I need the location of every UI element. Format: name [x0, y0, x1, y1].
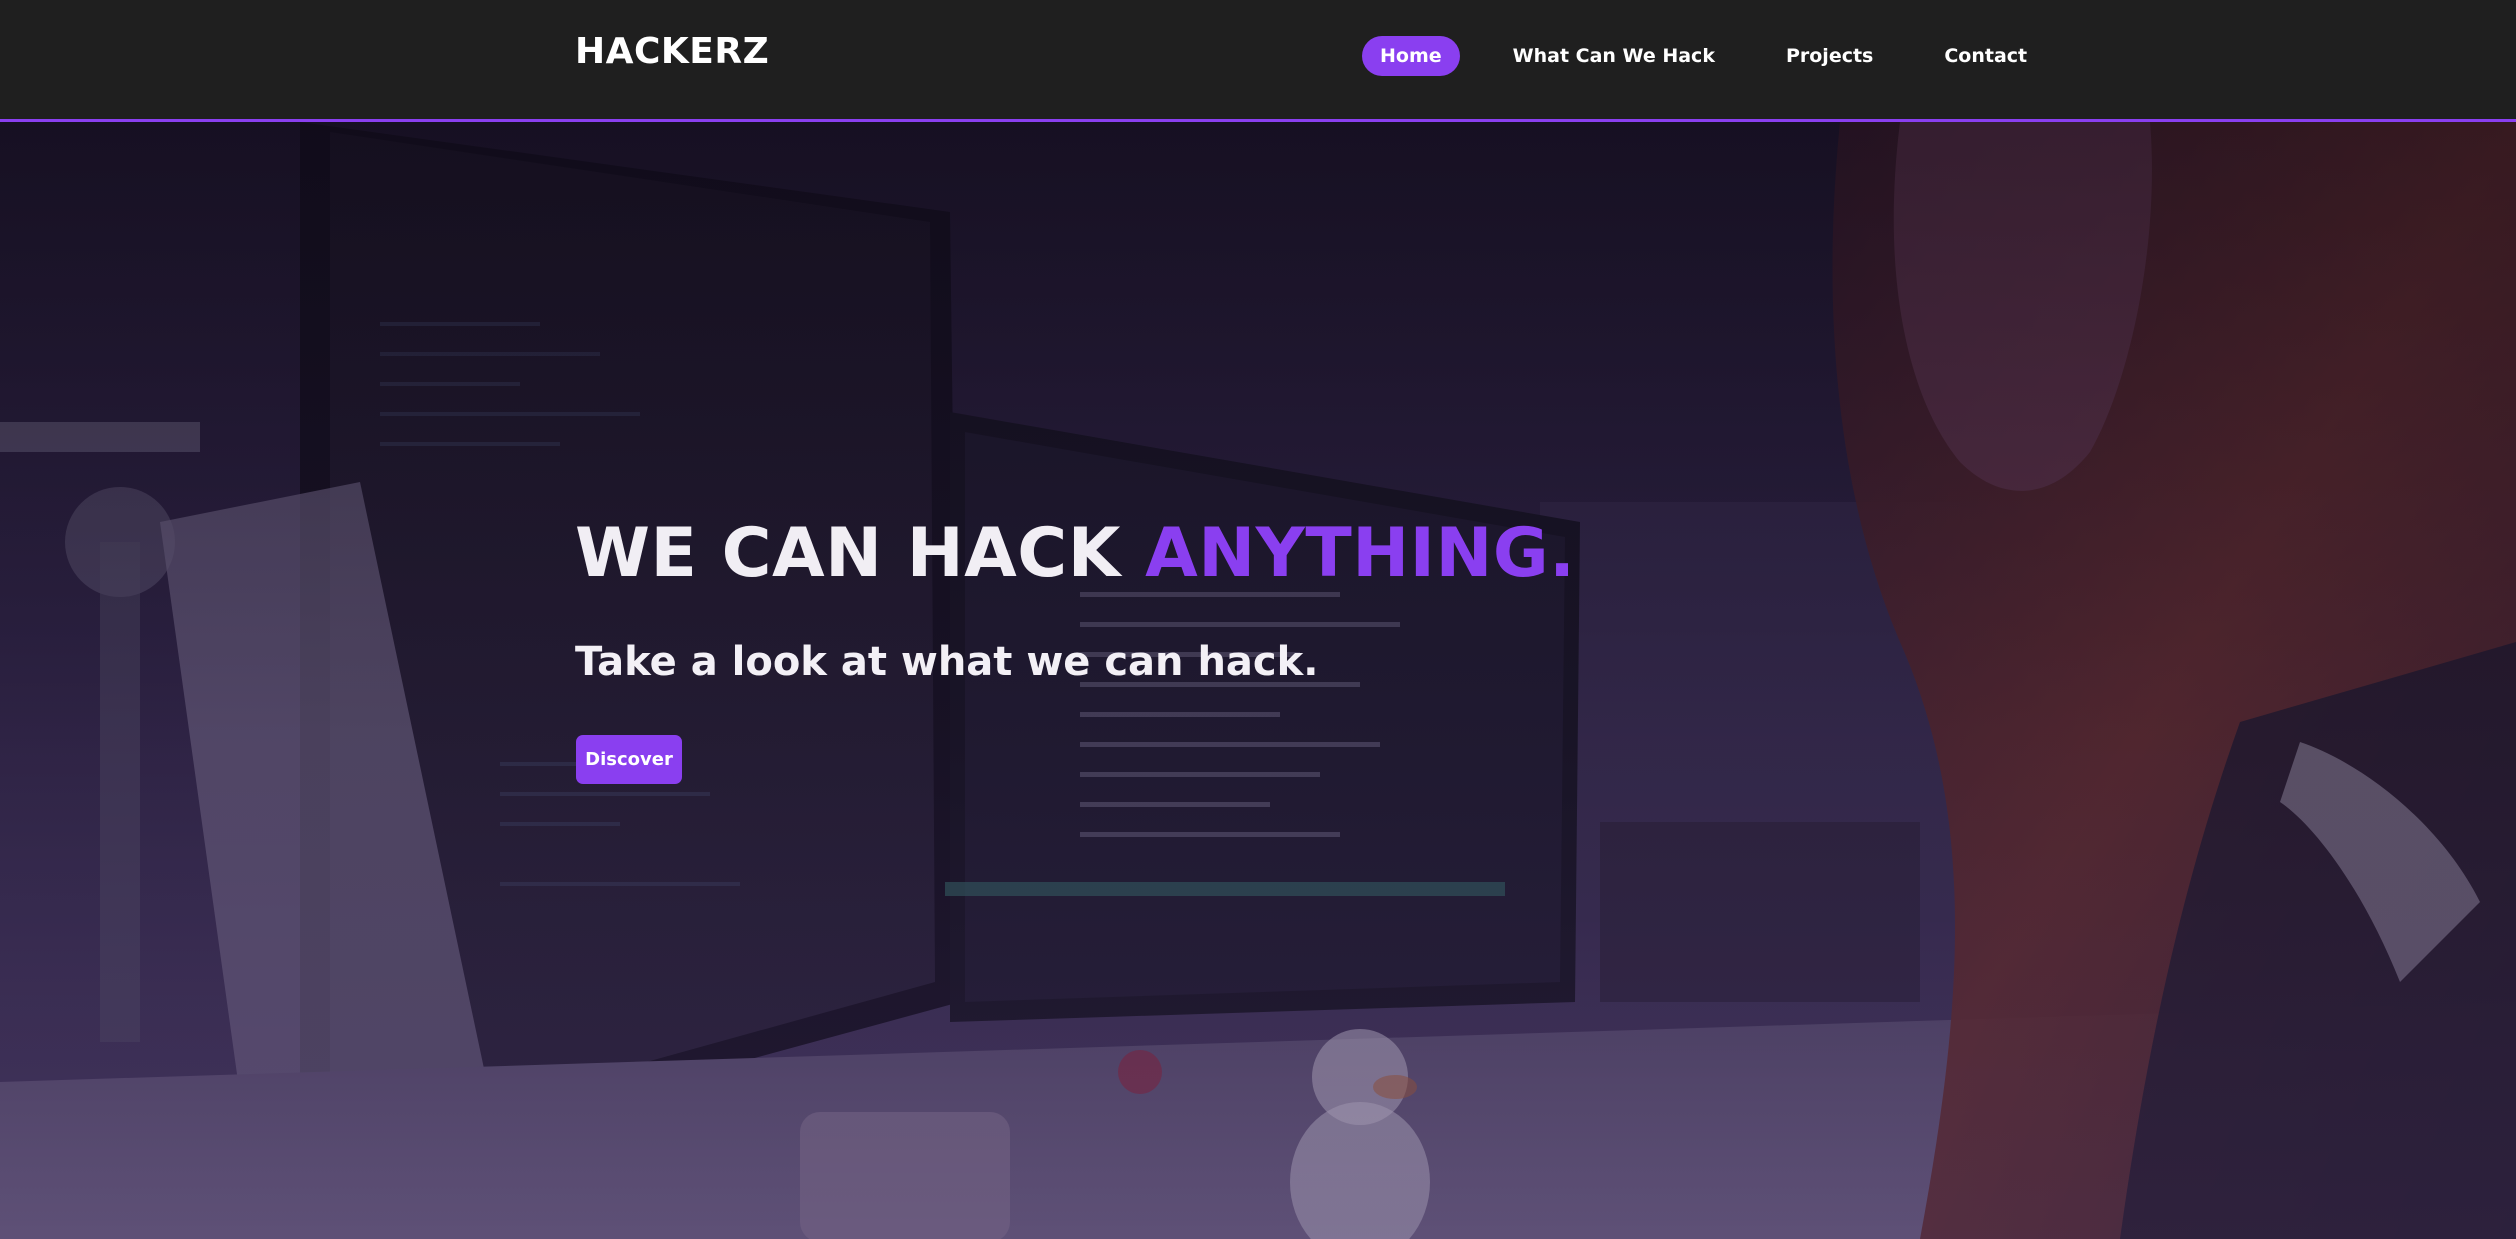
headline-main: WE CAN HACK — [575, 514, 1121, 593]
nav-link-contact[interactable]: Contact — [1926, 36, 2045, 76]
headline-accent: ANYTHING. — [1145, 514, 1576, 593]
discover-button[interactable]: Discover — [576, 735, 682, 784]
hero-section: WE CAN HACK ANYTHING. Take a look at wha… — [0, 122, 2516, 1239]
hero-headline: WE CAN HACK ANYTHING. — [575, 514, 1576, 593]
nav-link-home[interactable]: Home — [1362, 36, 1460, 76]
main-nav: Home What Can We Hack Projects Contact — [1362, 36, 2080, 76]
nav-link-what-can-we-hack[interactable]: What Can We Hack — [1495, 36, 1733, 76]
nav-link-projects[interactable]: Projects — [1768, 36, 1891, 76]
hero-subheadline: Take a look at what we can hack. — [575, 639, 1319, 685]
brand-logo[interactable]: HACKERZ — [575, 31, 769, 72]
navbar: HACKERZ Home What Can We Hack Projects C… — [0, 0, 2516, 122]
